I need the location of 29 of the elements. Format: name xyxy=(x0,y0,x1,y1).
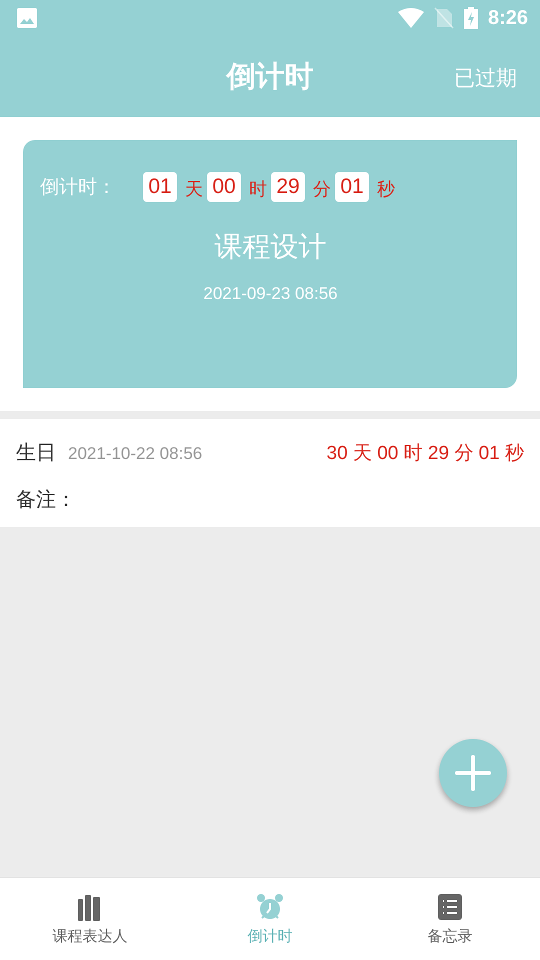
note-label: 备注： xyxy=(16,486,76,513)
countdown-card[interactable]: 倒计时： 01 天 00 时 29 分 01 秒 课程设计 2021-09-23 08:56 xyxy=(23,140,517,388)
countdown-unit: 天 xyxy=(185,178,203,201)
countdown-unit: 秒 xyxy=(377,178,395,201)
image-icon xyxy=(16,7,38,29)
countdown-value: 00 xyxy=(207,172,241,202)
nav-tab[interactable]: 备忘录 xyxy=(360,878,540,960)
countdown-value: 01 xyxy=(335,172,369,202)
no-sim-icon xyxy=(434,7,454,29)
countdown-unit: 分 xyxy=(313,178,331,201)
alarm-clock-icon xyxy=(256,892,284,920)
event-name: 课程设计 xyxy=(214,229,326,265)
plus-icon xyxy=(455,755,491,791)
status-time: 8:26 xyxy=(488,6,528,30)
screen-title: 倒计时 xyxy=(226,58,314,94)
battery-icon xyxy=(464,7,478,29)
countdown-label: 倒计时： xyxy=(40,175,117,200)
event-date: 2021-10-22 08:56 xyxy=(68,444,204,464)
list-icon xyxy=(436,892,464,920)
event-name: 生日 xyxy=(16,439,56,466)
wifi-icon xyxy=(398,8,424,28)
countdown-unit: 时 xyxy=(249,178,267,201)
countdown-value: 29 xyxy=(271,172,305,202)
nav-tab[interactable]: 课程表达人 xyxy=(0,878,180,960)
add-button[interactable] xyxy=(439,739,507,807)
countdown-value: 01 xyxy=(143,172,177,202)
event-item[interactable]: 生日 2021-10-22 08:56 30 天 00 时 29 分 01 秒 备注： xyxy=(0,419,540,527)
event-date: 2021-09-23 08:56 xyxy=(203,284,338,304)
remaining-time: 30 天 00 时 29 分 01 秒 xyxy=(326,442,524,466)
